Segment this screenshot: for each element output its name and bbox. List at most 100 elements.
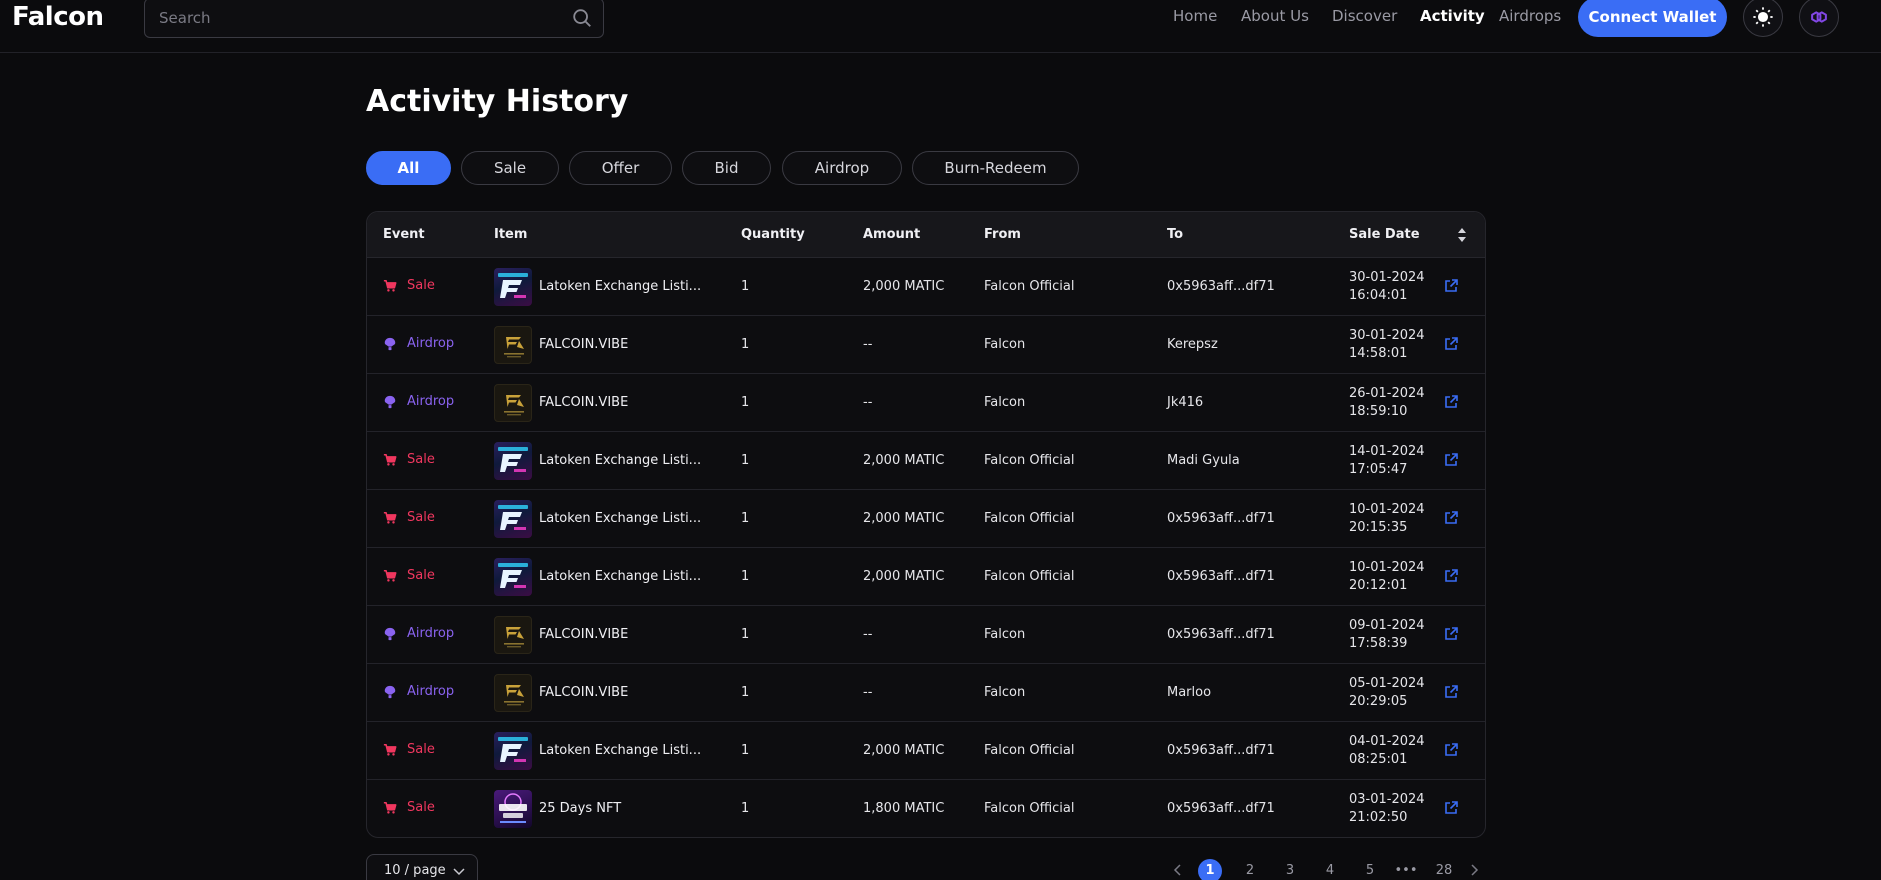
from-cell[interactable]: Falcon xyxy=(984,685,1025,700)
item-name[interactable]: Latoken Exchange Listi... xyxy=(539,569,701,584)
to-cell[interactable]: 0x5963aff...df71 xyxy=(1167,279,1275,294)
external-link-icon[interactable] xyxy=(1443,510,1459,526)
item-name[interactable]: FALCOIN.VIBE xyxy=(539,337,628,352)
external-link-icon[interactable] xyxy=(1443,394,1459,410)
airdrop-icon xyxy=(384,685,396,698)
filter-airdrop[interactable]: Airdrop xyxy=(782,151,902,185)
page-size-select[interactable]: 10 / page xyxy=(366,854,478,880)
theme-toggle-button[interactable] xyxy=(1743,0,1783,37)
from-cell[interactable]: Falcon Official xyxy=(984,511,1074,526)
item-name[interactable]: 25 Days NFT xyxy=(539,801,621,816)
external-link-icon[interactable] xyxy=(1443,452,1459,468)
filter-offer[interactable]: Offer xyxy=(569,151,672,185)
table-row[interactable]: Sale Latoken Exchange Listi... 1 2,000 MATI… xyxy=(367,722,1485,780)
item-thumbnail[interactable] xyxy=(494,384,532,422)
filter-all[interactable]: All xyxy=(366,151,451,185)
sort-icon[interactable] xyxy=(1457,226,1467,244)
item-thumbnail[interactable] xyxy=(494,732,532,770)
external-link-icon[interactable] xyxy=(1443,568,1459,584)
next-page-icon[interactable] xyxy=(1468,864,1480,876)
table-row[interactable]: Sale Latoken Exchange Listi... 1 2,000 MATI… xyxy=(367,432,1485,490)
to-cell[interactable]: 0x5963aff...df71 xyxy=(1167,511,1275,526)
item-thumbnail[interactable] xyxy=(494,442,532,480)
amount-cell: 1,800 MATIC xyxy=(863,801,945,816)
from-cell[interactable]: Falcon Official xyxy=(984,279,1074,294)
airdrop-icon xyxy=(384,627,396,640)
external-link-icon[interactable] xyxy=(1443,336,1459,352)
to-cell[interactable]: Madi Gyula xyxy=(1167,453,1240,468)
external-link-icon[interactable] xyxy=(1443,684,1459,700)
search-box[interactable] xyxy=(144,0,604,38)
table-row[interactable]: Airdrop FALCOIN.VIBE 1 -- Falcon Kerepsz 30-01… xyxy=(367,316,1485,374)
item-thumbnail[interactable] xyxy=(494,790,532,828)
external-link-icon[interactable] xyxy=(1443,742,1459,758)
event-label: Sale xyxy=(407,800,435,815)
to-cell[interactable]: 0x5963aff...df71 xyxy=(1167,569,1275,584)
sale-date-cell: 30-01-2024 14:58:01 xyxy=(1349,327,1425,363)
item-name[interactable]: Latoken Exchange Listi... xyxy=(539,453,701,468)
table-row[interactable]: Sale Latoken Exchange Listi... 1 2,000 MATI… xyxy=(367,548,1485,606)
to-cell[interactable]: 0x5963aff...df71 xyxy=(1167,743,1275,758)
event-type: Sale xyxy=(383,510,435,525)
table-row[interactable]: Airdrop FALCOIN.VIBE 1 -- Falcon Jk416 26-01-2… xyxy=(367,374,1485,432)
network-button[interactable] xyxy=(1799,0,1839,37)
item-name[interactable]: Latoken Exchange Listi... xyxy=(539,511,701,526)
nav-airdrops[interactable]: Airdrops xyxy=(1499,7,1561,25)
from-cell[interactable]: Falcon xyxy=(984,395,1025,410)
to-cell[interactable]: 0x5963aff...df71 xyxy=(1167,801,1275,816)
external-link-icon[interactable] xyxy=(1443,626,1459,642)
search-icon[interactable] xyxy=(571,7,593,29)
page-28[interactable]: 28 xyxy=(1432,863,1456,878)
from-cell[interactable]: Falcon Official xyxy=(984,569,1074,584)
page-2[interactable]: 2 xyxy=(1238,863,1262,878)
to-cell[interactable]: Kerepsz xyxy=(1167,337,1218,352)
page-ellipsis[interactable]: ••• xyxy=(1394,863,1418,878)
item-name[interactable]: FALCOIN.VIBE xyxy=(539,685,628,700)
item-name[interactable]: Latoken Exchange Listi... xyxy=(539,743,701,758)
nav-home[interactable]: Home xyxy=(1173,7,1217,25)
table-row[interactable]: Airdrop FALCOIN.VIBE 1 -- Falcon Marloo 05-01-… xyxy=(367,664,1485,722)
to-cell[interactable]: 0x5963aff...df71 xyxy=(1167,627,1275,642)
item-name[interactable]: FALCOIN.VIBE xyxy=(539,627,628,642)
item-thumbnail[interactable] xyxy=(494,558,532,596)
from-cell[interactable]: Falcon xyxy=(984,337,1025,352)
filter-burn-redeem[interactable]: Burn-Redeem xyxy=(912,151,1079,185)
table-row[interactable]: Sale Latoken Exchange Listi... 1 2,000 MATI… xyxy=(367,490,1485,548)
page-4[interactable]: 4 xyxy=(1318,863,1342,878)
filter-bid[interactable]: Bid xyxy=(682,151,771,185)
table-row[interactable]: Sale 25 Days NFT 1 1,800 MATIC Falcon Offici… xyxy=(367,780,1485,837)
item-thumbnail[interactable] xyxy=(494,268,532,306)
page-3[interactable]: 3 xyxy=(1278,863,1302,878)
from-cell[interactable]: Falcon Official xyxy=(984,743,1074,758)
item-thumbnail[interactable] xyxy=(494,326,532,364)
to-cell[interactable]: Jk416 xyxy=(1167,395,1203,410)
event-label: Airdrop xyxy=(407,684,455,699)
page-5[interactable]: 5 xyxy=(1358,863,1382,878)
search-input[interactable] xyxy=(159,5,549,31)
item-thumbnail[interactable] xyxy=(494,674,532,712)
table-row[interactable]: Sale Latoken Exchange Listi... 1 2,000 MATI… xyxy=(367,258,1485,316)
prev-page-icon[interactable] xyxy=(1172,864,1184,876)
logo[interactable]: Falcon xyxy=(12,2,104,32)
page-1[interactable]: 1 xyxy=(1198,859,1222,880)
col-sale-date[interactable]: Sale Date xyxy=(1349,227,1420,242)
connect-wallet-button[interactable]: Connect Wallet xyxy=(1578,0,1727,37)
item-name[interactable]: Latoken Exchange Listi... xyxy=(539,279,701,294)
external-link-icon[interactable] xyxy=(1443,278,1459,294)
quantity-cell: 1 xyxy=(741,511,750,526)
to-cell[interactable]: Marloo xyxy=(1167,685,1211,700)
nav-about-us[interactable]: About Us xyxy=(1241,7,1309,25)
from-cell[interactable]: Falcon xyxy=(984,627,1025,642)
item-thumbnail[interactable] xyxy=(494,500,532,538)
from-cell[interactable]: Falcon Official xyxy=(984,801,1074,816)
from-cell[interactable]: Falcon Official xyxy=(984,453,1074,468)
item-thumbnail[interactable] xyxy=(494,616,532,654)
event-type: Airdrop xyxy=(383,336,454,351)
table-row[interactable]: Airdrop FALCOIN.VIBE 1 -- Falcon 0x5963aff...… xyxy=(367,606,1485,664)
external-link-icon[interactable] xyxy=(1443,800,1459,816)
item-name[interactable]: FALCOIN.VIBE xyxy=(539,395,628,410)
nav-discover[interactable]: Discover xyxy=(1332,7,1397,25)
col-quantity: Quantity xyxy=(741,227,805,242)
filter-sale[interactable]: Sale xyxy=(461,151,559,185)
nav-activity[interactable]: Activity xyxy=(1420,7,1485,25)
